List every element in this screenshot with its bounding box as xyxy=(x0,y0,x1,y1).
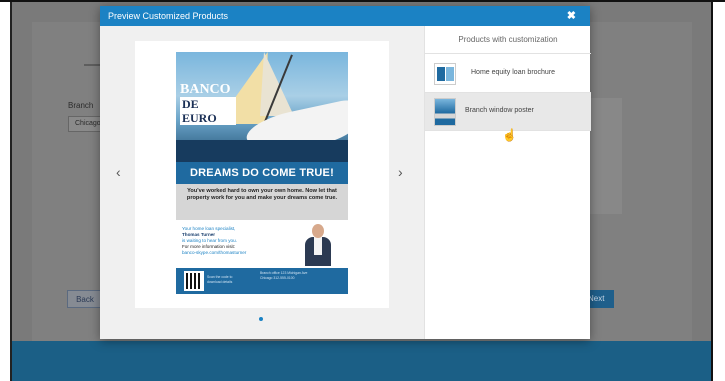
product-label: Branch window poster xyxy=(465,107,534,114)
bank-logo: BANCO DE EURO xyxy=(180,82,236,125)
product-label: Home equity loan brochure xyxy=(471,69,556,76)
product-item-poster[interactable]: Branch window poster xyxy=(425,93,591,131)
chevron-right-icon[interactable]: › xyxy=(398,164,403,180)
poster-thumbnail-icon xyxy=(434,98,456,126)
thumbnail-panel-right xyxy=(446,67,454,81)
poster-footer: Scan the code to download details Branch… xyxy=(176,268,348,294)
modal-title: Preview Customized Products xyxy=(108,11,229,21)
thumbnail-panel-left xyxy=(437,67,445,81)
contact-block: Your home loan specialist, Thomas Turner… xyxy=(176,220,348,268)
product-preview-viewer: ‹ › BANCO DE EURO DREAMS DO COME TRUE! Y… xyxy=(100,26,424,339)
bank-name-line1: BANCO xyxy=(180,82,231,97)
poster-body-text: You've worked hard to own your own home.… xyxy=(186,188,338,201)
screen-edge-left xyxy=(0,0,12,381)
person-shirt-shape xyxy=(314,237,322,255)
back-button[interactable]: Back xyxy=(67,290,103,308)
carousel-indicator-dot[interactable] xyxy=(259,317,263,321)
brochure-thumbnail-icon xyxy=(434,63,456,85)
footer-note: Scan the code to download details xyxy=(207,275,233,284)
person-head-shape xyxy=(312,224,324,238)
footer-address: Branch office 123 Michigan Ave Chicago 3… xyxy=(260,271,308,280)
product-item-brochure[interactable]: Home equity loan brochure xyxy=(425,55,591,93)
qr-code-icon xyxy=(184,271,204,291)
loan-specialist-photo xyxy=(303,224,333,266)
bank-name-line2: DE EURO xyxy=(180,97,236,125)
body-band: You've worked hard to own your own home.… xyxy=(176,184,348,220)
footer-bar xyxy=(12,341,711,381)
branch-label: Branch xyxy=(68,101,94,110)
next-button[interactable]: Next xyxy=(586,290,614,308)
products-header: Products with customization xyxy=(425,26,591,54)
screen-edge-right xyxy=(711,0,725,381)
close-icon[interactable]: ✖ xyxy=(567,9,576,22)
hand-pointer-icon: ☝ xyxy=(502,128,517,142)
chevron-left-icon[interactable]: ‹ xyxy=(116,164,121,180)
branch-window-poster: BANCO DE EURO DREAMS DO COME TRUE! You'v… xyxy=(176,52,348,294)
preview-modal: Preview Customized Products ✖ ‹ › BANCO … xyxy=(100,6,591,339)
screen-edge-top xyxy=(0,0,725,2)
sea-shape xyxy=(176,140,348,162)
headline-band: DREAMS DO COME TRUE! xyxy=(176,162,348,184)
background-side-panel xyxy=(588,98,622,214)
sailboat-photo: BANCO DE EURO xyxy=(176,52,348,162)
poster-preview-card: BANCO DE EURO DREAMS DO COME TRUE! You'v… xyxy=(135,41,389,308)
products-panel: Products with customization Home equity … xyxy=(424,26,591,339)
contact-url: banco-skype.com/thomasturner xyxy=(182,250,247,255)
modal-header: Preview Customized Products ✖ xyxy=(100,6,590,26)
poster-headline: DREAMS DO COME TRUE! xyxy=(190,167,334,179)
contact-lines: Your home loan specialist, Thomas Turner… xyxy=(182,226,302,256)
